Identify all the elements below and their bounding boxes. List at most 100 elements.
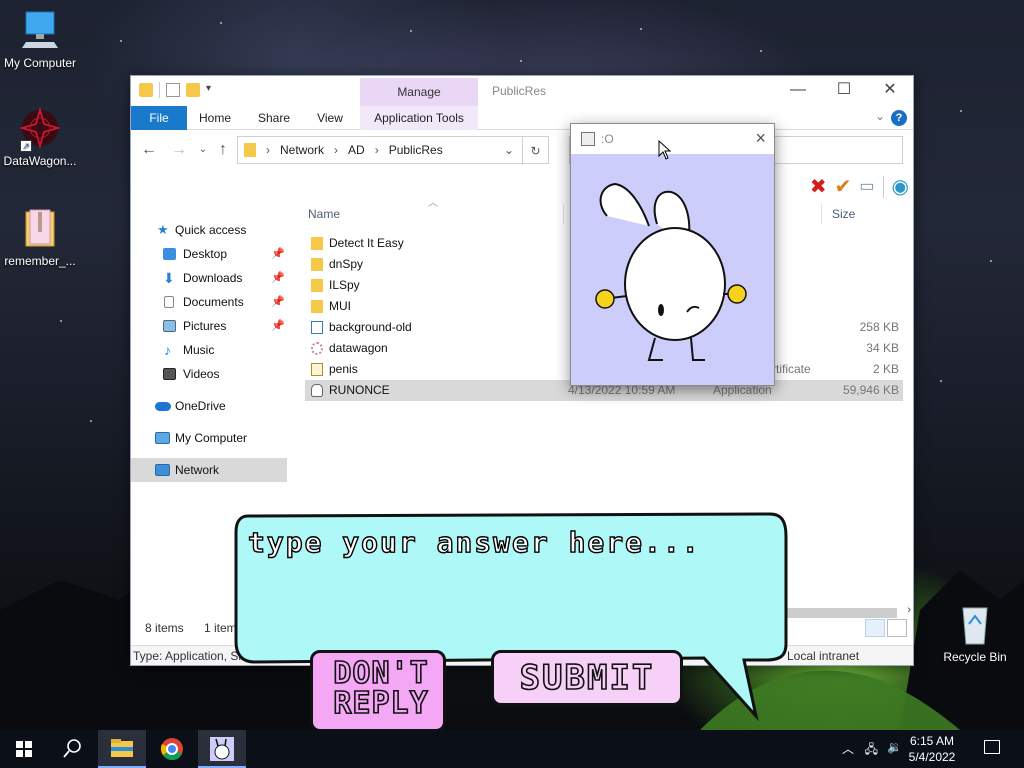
new-folder-icon[interactable]: [186, 83, 200, 97]
chevron-down-icon[interactable]: ⌄: [504, 143, 514, 157]
search-button[interactable]: [48, 730, 96, 768]
details-view-button[interactable]: [865, 619, 885, 637]
refresh-button[interactable]: ↻: [522, 137, 548, 165]
file-name: dnSpy: [329, 257, 364, 271]
nav-videos[interactable]: Videos: [131, 362, 287, 386]
desktop-icon-datawagon[interactable]: ↗ DataWagon...: [0, 106, 80, 168]
sort-ascending-icon: ︿: [428, 198, 438, 209]
shell-icon[interactable]: ◉: [892, 175, 909, 199]
video-icon: [163, 368, 176, 380]
datawagon-icon: [311, 342, 323, 355]
clock-time: 6:15 AM: [909, 734, 955, 748]
nav-label: Videos: [183, 367, 220, 381]
file-size: 2 KB: [872, 362, 899, 376]
bunny-illustration: [595, 182, 747, 361]
nav-pictures[interactable]: Pictures 📌: [131, 314, 287, 338]
breadcrumb-network[interactable]: Network: [280, 143, 324, 157]
volume-icon[interactable]: 🔉: [887, 740, 902, 754]
monitor-icon: [18, 8, 62, 52]
up-button[interactable]: ↑: [213, 140, 233, 160]
folder-icon[interactable]: [139, 83, 153, 97]
file-explorer-icon: [111, 739, 133, 757]
tab-file[interactable]: File: [131, 106, 187, 130]
file-name: datawagon: [329, 341, 388, 355]
nav-desktop[interactable]: Desktop 📌: [131, 242, 287, 266]
address-bar[interactable]: › Network › AD › PublicRes ⌄ ↻: [237, 136, 549, 165]
help-button[interactable]: ?: [891, 110, 907, 126]
file-details: Type: Application, Siz: [133, 649, 248, 663]
tab-view[interactable]: View: [311, 106, 349, 130]
datawagon-icon: ↗: [18, 106, 62, 152]
column-header-size[interactable]: Size: [832, 204, 855, 224]
taskbar-bunny-app[interactable]: [198, 730, 246, 768]
column-header-name[interactable]: Name: [308, 204, 340, 224]
submit-button[interactable]: SUBMIT: [491, 650, 683, 706]
nav-quick-access[interactable]: ★ Quick access: [131, 218, 287, 242]
back-button[interactable]: ←: [139, 140, 159, 160]
cloud-icon: [155, 402, 171, 411]
large-icons-view-button[interactable]: [887, 619, 907, 637]
chevron-right-icon: ›: [334, 143, 339, 157]
file-type: rtificate: [772, 362, 811, 376]
clock-date: 5/4/2022: [908, 750, 956, 764]
tab-home[interactable]: Home: [193, 106, 237, 130]
selected-count: 1 item: [204, 621, 237, 635]
checkmark-icon[interactable]: ✔: [835, 175, 852, 199]
title-bar[interactable]: ▾ Manage PublicRes — ☐ ✕: [131, 76, 913, 106]
nav-music[interactable]: ♪ Music: [131, 338, 287, 362]
recent-locations-button[interactable]: ⌄: [193, 140, 213, 160]
close-button[interactable]: ✕: [867, 76, 913, 106]
notification-center-icon[interactable]: [984, 740, 1000, 754]
nav-label: Network: [175, 463, 220, 477]
chevron-right-icon: ›: [374, 143, 379, 157]
desktop-icon-recycle-bin[interactable]: Recycle Bin: [935, 602, 1015, 664]
file-name: background-old: [329, 320, 412, 334]
minimize-button[interactable]: —: [775, 76, 821, 106]
download-icon: ⬇: [163, 270, 175, 286]
search-icon: [63, 739, 81, 758]
taskbar-chrome[interactable]: [148, 730, 196, 768]
clock[interactable]: 6:15 AM 5/4/2022: [902, 733, 962, 765]
desktop-icon-my-computer[interactable]: My Computer: [0, 8, 80, 70]
start-button[interactable]: [0, 730, 48, 768]
answer-input[interactable]: type your answer here...: [247, 525, 701, 559]
bunny-popup-window: :O ×: [570, 123, 775, 386]
popup-title: :O: [601, 132, 614, 146]
zip-folder-icon: [18, 206, 62, 250]
chevron-up-icon[interactable]: ︿: [842, 740, 854, 757]
nav-documents[interactable]: Documents 📌: [131, 290, 287, 314]
properties-icon[interactable]: [166, 83, 180, 97]
tab-manage[interactable]: Manage: [360, 78, 478, 106]
delete-x-icon[interactable]: ✖: [810, 175, 827, 199]
pin-icon: 📌: [271, 296, 285, 308]
nav-downloads[interactable]: ⬇ Downloads 📌: [131, 266, 287, 290]
chevron-down-icon[interactable]: ▾: [206, 83, 216, 97]
chevron-down-icon[interactable]: ⌄: [875, 109, 885, 123]
nav-label: OneDrive: [175, 399, 226, 413]
document-icon: [164, 296, 174, 308]
nav-onedrive[interactable]: OneDrive: [131, 394, 287, 418]
rename-icon[interactable]: ▭: [859, 175, 874, 199]
maximize-button[interactable]: ☐: [821, 76, 867, 106]
monitor-icon: [155, 432, 170, 444]
forward-button[interactable]: →: [169, 140, 189, 160]
dont-reply-button[interactable]: DON'T REPLY: [310, 650, 446, 732]
close-icon[interactable]: ×: [755, 128, 766, 149]
taskbar-file-explorer[interactable]: [98, 730, 146, 768]
nav-network[interactable]: Network: [131, 458, 287, 482]
breadcrumb-ad[interactable]: AD: [348, 143, 365, 157]
nav-label: Music: [183, 343, 215, 357]
nav-label: Documents: [183, 295, 244, 309]
network-tray-icon[interactable]: 🖧: [865, 740, 878, 761]
tab-share[interactable]: Share: [251, 106, 297, 130]
tab-application-tools[interactable]: Application Tools: [360, 106, 478, 130]
file-name: penis: [329, 362, 358, 376]
mouse-cursor-icon: [658, 140, 672, 160]
breadcrumb-publicres[interactable]: PublicRes: [389, 143, 443, 157]
star-icon: ★: [157, 222, 169, 237]
popup-title-bar[interactable]: :O ×: [571, 124, 774, 154]
nav-my-computer[interactable]: My Computer: [131, 426, 287, 450]
folder-icon: [311, 300, 323, 313]
desktop-icon-remember[interactable]: remember_...: [0, 206, 80, 268]
bunny-app-icon: [210, 737, 234, 761]
